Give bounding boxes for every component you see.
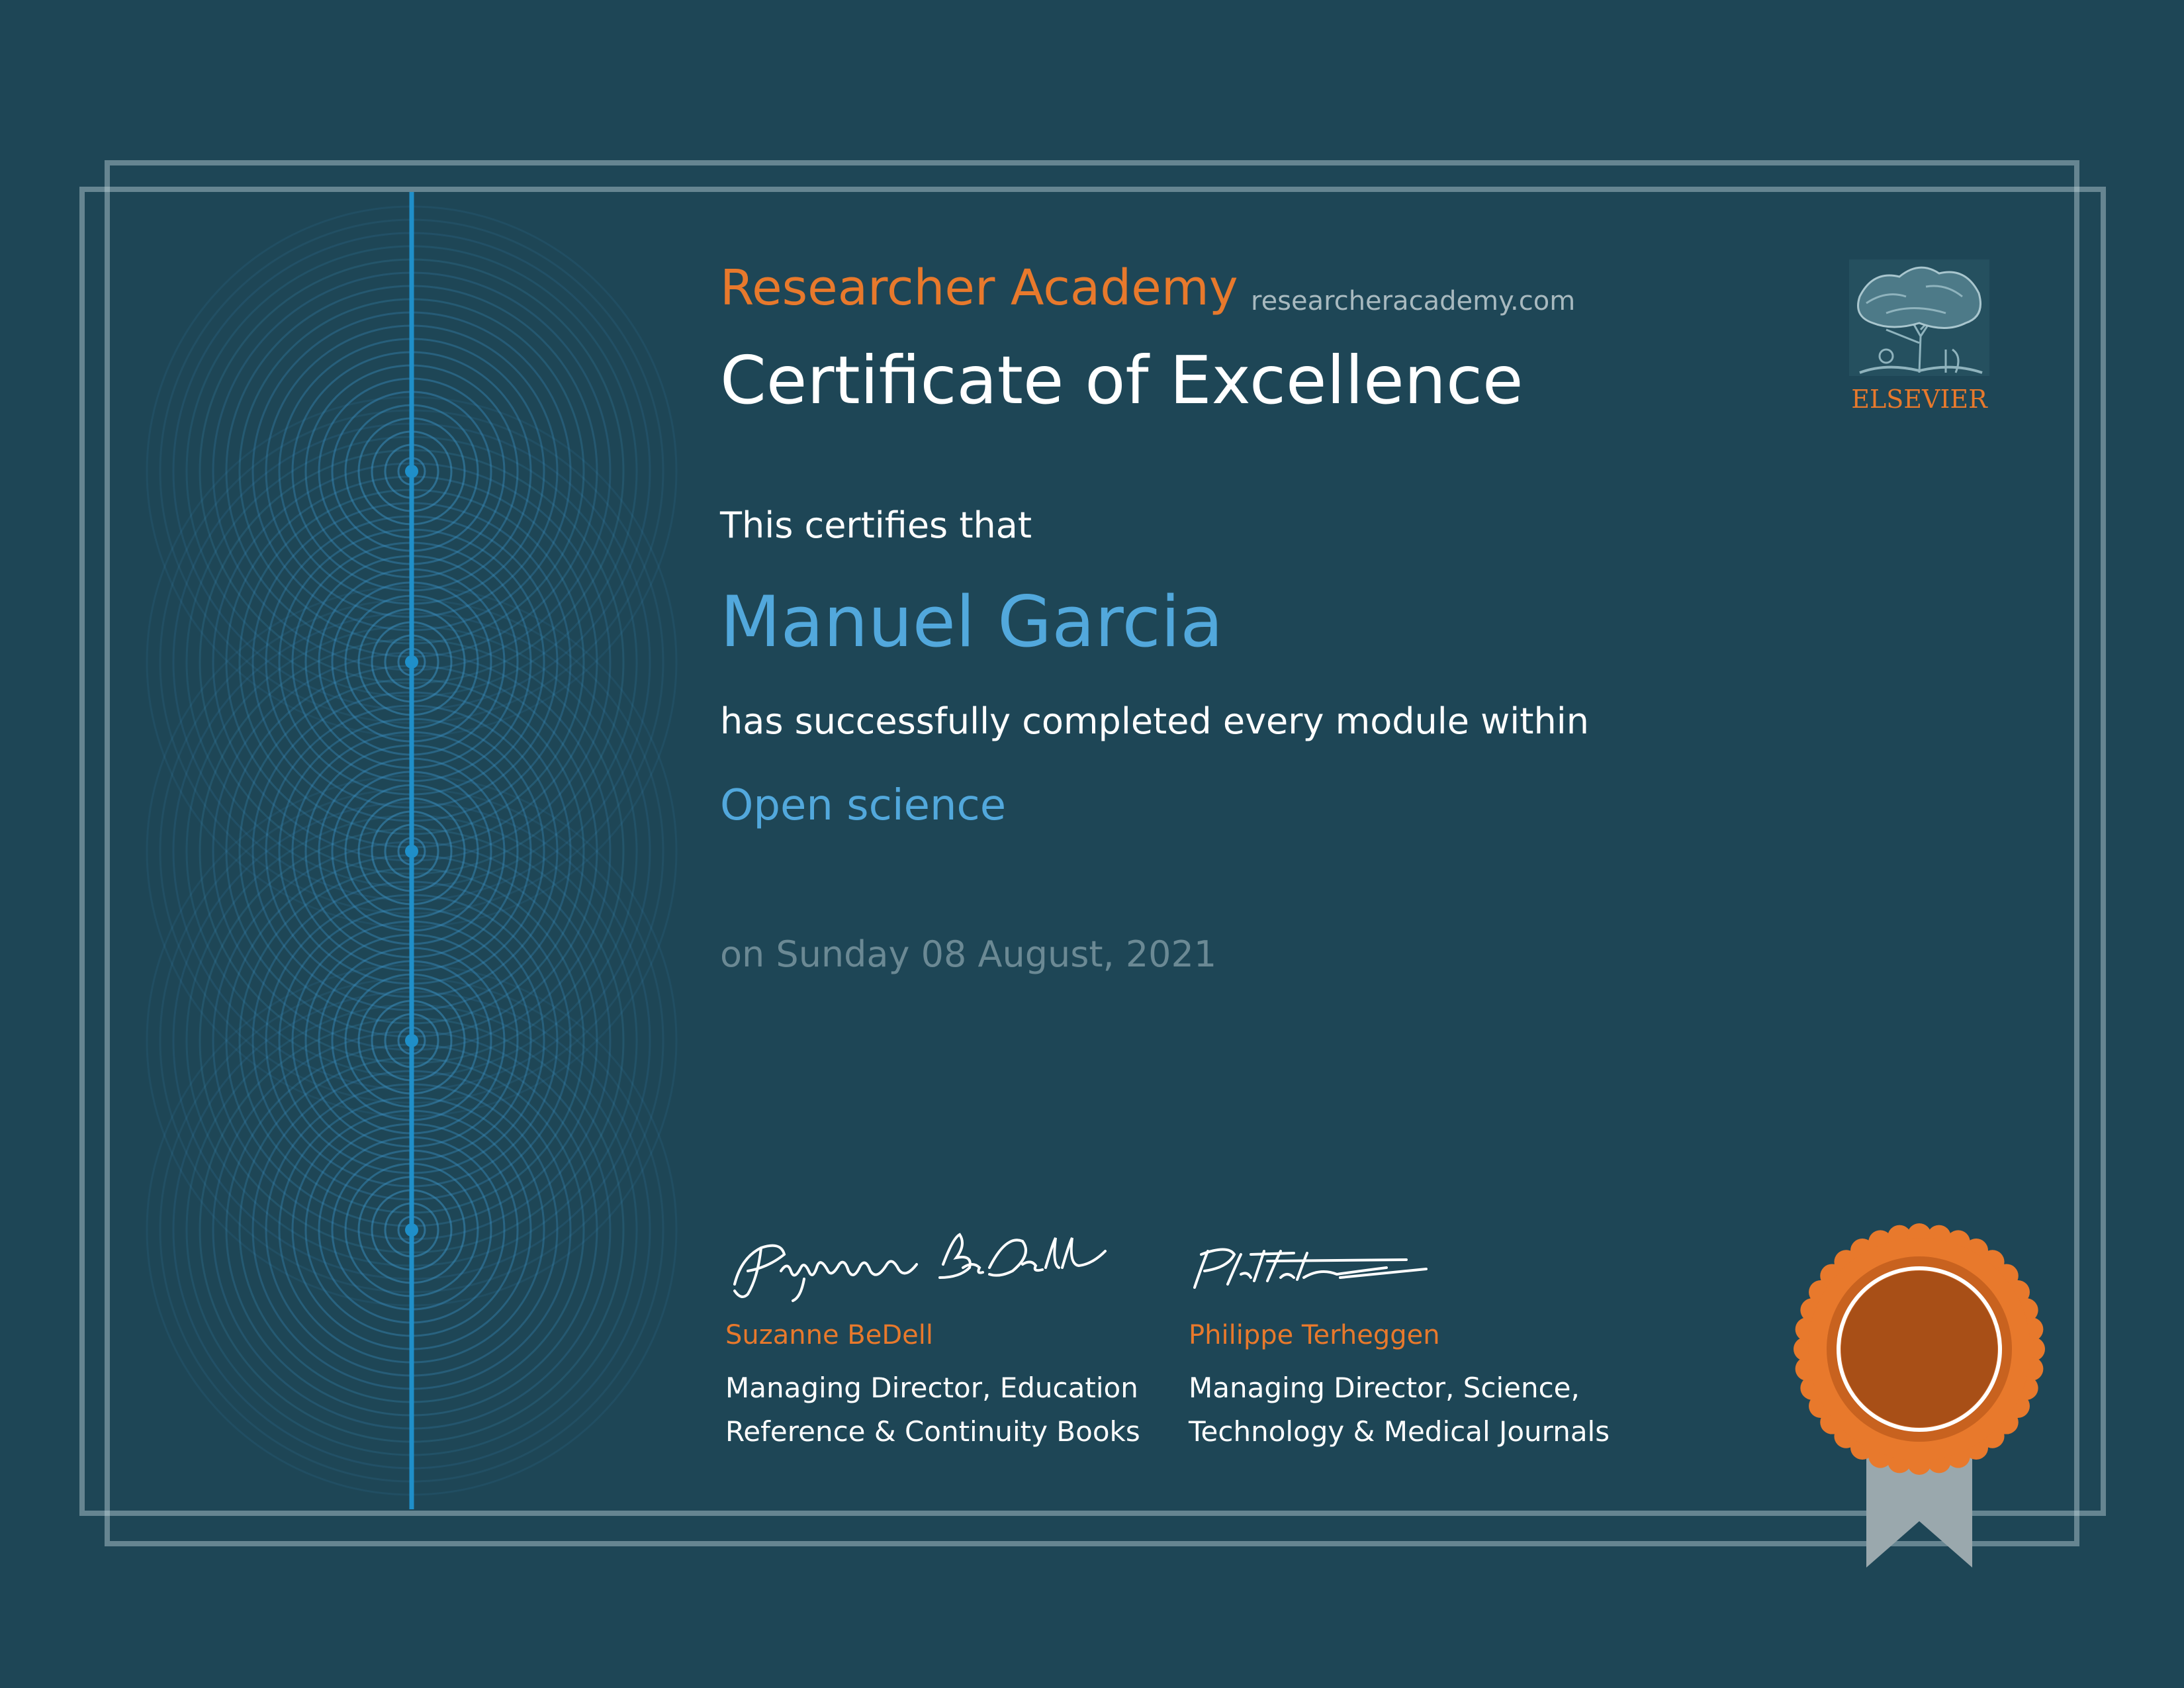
website-link[interactable]: researcheracademy.com: [1251, 286, 1575, 316]
signatory-role-line: Managing Director, Education: [725, 1372, 1138, 1404]
signatory-name: Suzanne BeDell: [725, 1320, 933, 1350]
recipient-name: Manuel Garcia: [720, 581, 1224, 663]
logo-wordmark: ELSEVIER: [1851, 385, 1988, 414]
signatory-role: Managing Director, Education Reference &…: [725, 1366, 1140, 1454]
certificate-title: Certificate of Excellence: [720, 342, 1524, 419]
signature-suzanne-bedell: [733, 1233, 1107, 1302]
signatory-role-line: Reference & Continuity Books: [725, 1415, 1140, 1448]
completion-text: has successfully completed every module …: [720, 700, 1589, 742]
tree-icon: [1849, 259, 1989, 376]
concentric-circles-pattern: [146, 192, 678, 1509]
signatory-role: Managing Director, Science, Technology &…: [1189, 1366, 1610, 1454]
signatory-name: Philippe Terheggen: [1189, 1320, 1440, 1350]
elsevier-logo: ELSEVIER: [1849, 259, 1989, 414]
completion-date: on Sunday 08 August, 2021: [720, 933, 1217, 975]
award-seal-icon: [1794, 1223, 2045, 1568]
signatory-role-line: Technology & Medical Journals: [1189, 1415, 1610, 1448]
course-name: Open science: [720, 781, 1007, 830]
signatory-role-line: Managing Director, Science,: [1189, 1372, 1580, 1404]
signature-philippe-terheggen: [1193, 1248, 1428, 1289]
intro-text: This certifies that: [720, 504, 1032, 546]
brand-name: Researcher Academy: [720, 259, 1238, 316]
